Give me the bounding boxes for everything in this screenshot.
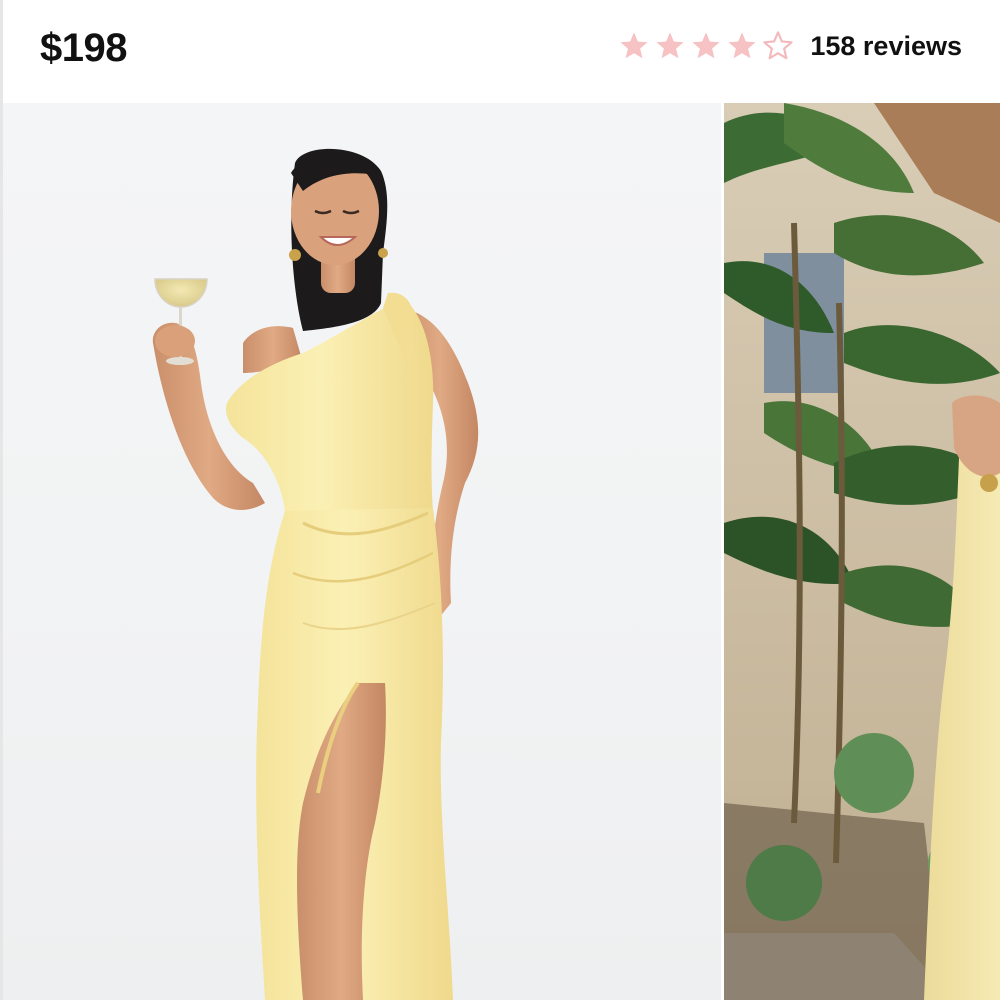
- star-outline-icon: [763, 31, 794, 60]
- reviews-link[interactable]: 158 reviews: [810, 31, 962, 62]
- garden-scene-illustration: [724, 103, 1000, 1000]
- product-price: $198: [40, 26, 127, 70]
- product-image-gallery[interactable]: [3, 103, 1000, 1000]
- star-icon: [728, 32, 756, 59]
- rating-stars: [618, 30, 798, 62]
- product-image-secondary[interactable]: [724, 103, 1000, 1000]
- model-illustration: [152, 148, 479, 1000]
- product-rating[interactable]: 158 reviews: [618, 30, 962, 62]
- product-image-main[interactable]: [3, 103, 721, 1000]
- product-page: $198 158 reviews: [0, 0, 1000, 1000]
- star-icon: [620, 32, 648, 59]
- product-header: $198 158 reviews: [3, 0, 1000, 100]
- star-icon: [656, 32, 684, 59]
- star-icon: [692, 32, 720, 59]
